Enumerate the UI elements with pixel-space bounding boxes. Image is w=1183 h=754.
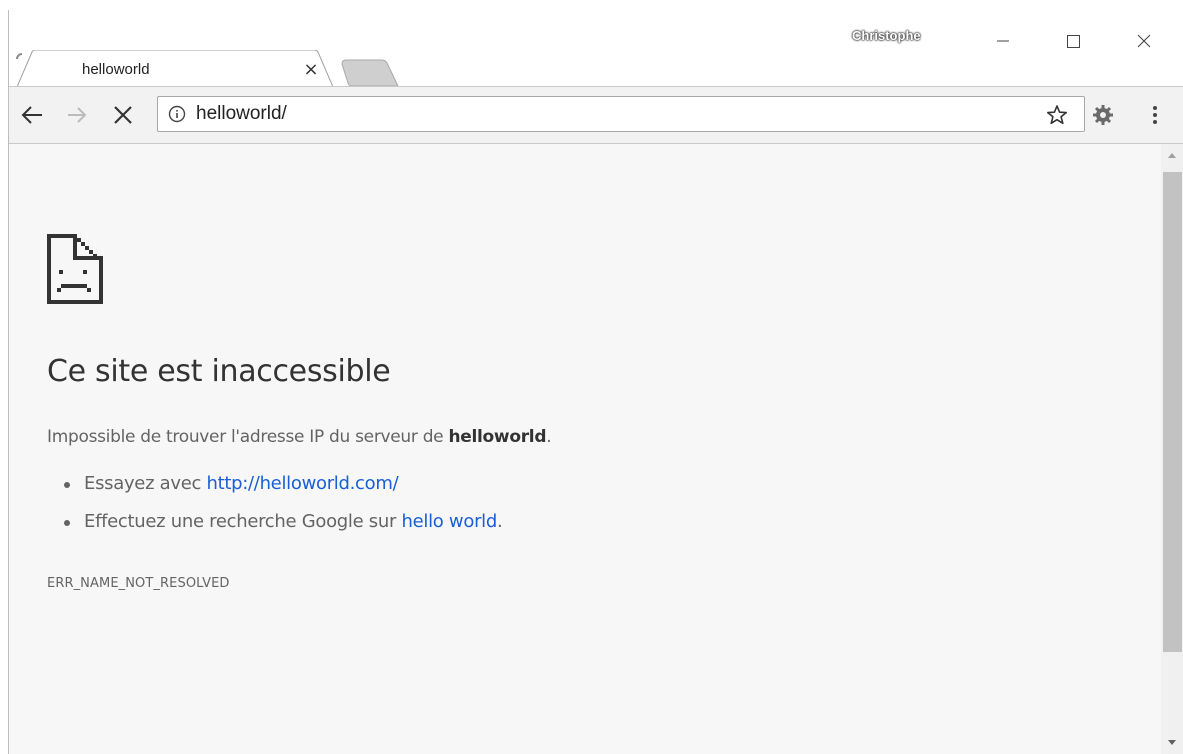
scroll-down-arrow-icon[interactable] xyxy=(1165,736,1179,748)
suggestion-item: Essayez avec http://helloworld.com/ xyxy=(63,472,502,510)
url-text[interactable]: helloworld/ xyxy=(196,103,287,125)
page-scrollbar[interactable] xyxy=(1161,144,1183,754)
address-bar[interactable]: helloworld/ xyxy=(157,96,1085,132)
error-message-prefix: Impossible de trouver l'adresse IP du se… xyxy=(47,427,449,447)
tab-title: helloworld xyxy=(82,61,150,78)
desktop-strip xyxy=(0,0,1183,10)
minimize-button[interactable] xyxy=(980,24,1026,58)
profile-name-badge[interactable]: Christophe xyxy=(852,28,921,43)
error-message: Impossible de trouver l'adresse IP du se… xyxy=(47,427,552,447)
star-icon[interactable] xyxy=(1046,104,1068,126)
suggestion-link-google-search[interactable]: hello world xyxy=(402,511,498,532)
back-arrow-icon[interactable] xyxy=(19,101,47,129)
stop-icon[interactable] xyxy=(109,101,137,129)
scroll-up-arrow-icon[interactable] xyxy=(1165,150,1179,162)
menu-icon[interactable] xyxy=(1147,103,1163,127)
suggestions-list: Essayez avec http://helloworld.com/ Effe… xyxy=(63,472,503,548)
error-message-host: helloworld xyxy=(448,427,547,447)
error-page: Ce site est inaccessible Impossible de t… xyxy=(9,144,1161,754)
toolbar: helloworld/ xyxy=(9,86,1183,144)
error-message-suffix: . xyxy=(546,427,552,447)
tab-close-icon[interactable]: × xyxy=(300,59,322,81)
scroll-thumb[interactable] xyxy=(1163,172,1182,652)
sad-page-icon xyxy=(47,234,103,304)
suggestion-suffix: . xyxy=(497,511,503,532)
suggestion-link-try-com[interactable]: http://helloworld.com/ xyxy=(207,473,399,494)
maximize-button[interactable] xyxy=(1050,24,1096,58)
new-tab-button[interactable] xyxy=(340,58,400,88)
suggestion-item: Effectuez une recherche Google sur hello… xyxy=(63,510,503,548)
error-code: ERR_NAME_NOT_RESOLVED xyxy=(47,576,230,591)
forward-arrow-icon[interactable] xyxy=(63,101,91,129)
suggestion-prefix: Effectuez une recherche Google sur xyxy=(84,511,402,532)
suggestion-prefix: Essayez avec xyxy=(84,473,207,494)
info-icon[interactable] xyxy=(168,105,186,123)
title-bar: helloworld × Christophe xyxy=(0,10,1183,94)
close-window-button[interactable] xyxy=(1121,24,1167,58)
loading-spinner-icon xyxy=(16,53,23,60)
error-heading: Ce site est inaccessible xyxy=(47,354,391,389)
extension-icon[interactable] xyxy=(1091,103,1115,127)
